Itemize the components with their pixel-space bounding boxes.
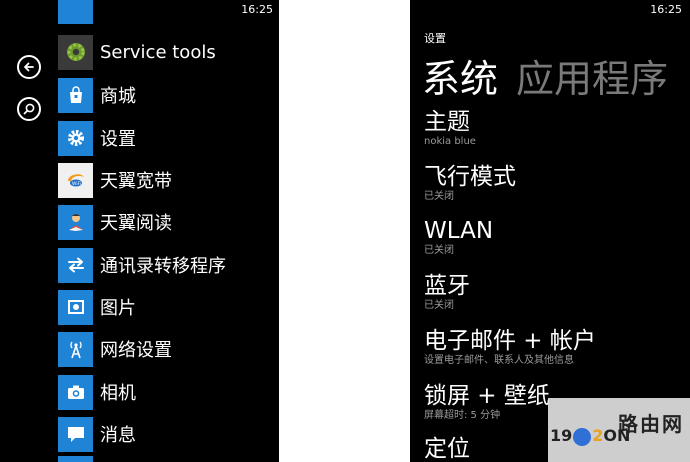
app-item-contacts-transfer[interactable]: 通讯录转移程序 (58, 246, 226, 284)
setting-subtitle: 屏幕超时: 5 分钟 (424, 410, 501, 421)
app-label: 通讯录转移程序 (100, 256, 226, 277)
setting-theme[interactable]: 主题 nokia blue (424, 108, 476, 148)
picture-icon (58, 289, 93, 325)
message-bubble-icon (58, 416, 93, 452)
setting-title: 飞行模式 (424, 164, 516, 190)
setting-title: 定位 (424, 436, 470, 462)
setting-title: 主题 (424, 109, 470, 135)
setting-subtitle: nokia blue (424, 136, 476, 147)
app-label: 天翼阅读 (100, 213, 172, 234)
svg-text:WiFi: WiFi (72, 181, 81, 187)
settings-gear-icon (58, 120, 93, 156)
setting-title: 蓝牙 (424, 273, 470, 299)
tianyi-wifi-icon: WiFi (58, 162, 93, 198)
setting-title: 电子邮件 + 帐户 (424, 328, 596, 354)
setting-subtitle: 已关闭 (424, 300, 454, 311)
app-item-settings[interactable]: 设置 (58, 119, 136, 157)
app-item-network-settings[interactable]: 网络设置 (58, 330, 172, 368)
app-item-store[interactable]: 商城 (58, 76, 136, 114)
app-label: Service tools (100, 41, 216, 63)
setting-subtitle: 已关闭 (424, 191, 454, 202)
logo-2-icon: 2 (592, 426, 604, 445)
app-item-pictures[interactable]: 图片 (58, 288, 136, 326)
app-label: 网络设置 (100, 340, 172, 361)
setting-title: WLAN (424, 218, 494, 244)
setting-subtitle: 已关闭 (424, 245, 454, 256)
app-item-messages[interactable]: 消息 (58, 415, 136, 453)
app-label: 图片 (100, 298, 136, 319)
app-item-tianyi-broadband[interactable]: WiFi 天翼宽带 (58, 161, 172, 199)
antenna-icon (58, 331, 93, 367)
setting-title: 锁屏 + 壁纸 (424, 383, 550, 409)
setting-bluetooth[interactable]: 蓝牙 已关闭 (424, 272, 470, 312)
store-bag-icon (58, 77, 93, 113)
setting-subtitle: 设置电子邮件、联系人及其他信息 (424, 355, 574, 366)
setting-location[interactable]: 定位 (424, 435, 470, 462)
gear-icon (58, 34, 93, 70)
search-button[interactable] (17, 97, 41, 121)
app-label: 相机 (100, 383, 136, 404)
setting-airplane-mode[interactable]: 飞行模式 已关闭 (424, 163, 516, 203)
camera-icon (58, 374, 93, 410)
setting-lock-screen[interactable]: 锁屏 + 壁纸 屏幕超时: 5 分钟 (424, 382, 550, 422)
back-arrow-icon (24, 62, 34, 72)
back-button[interactable] (17, 55, 41, 79)
logo-circle-icon (573, 427, 592, 446)
app-item-tianyi-reader[interactable]: 天翼阅读 (58, 203, 172, 241)
watermark-logo: 19 2ON (550, 426, 630, 446)
setting-wlan[interactable]: WLAN 已关闭 (424, 217, 493, 257)
app-label: 设置 (100, 129, 136, 150)
site-watermark: 路由网 19 2ON (548, 398, 690, 462)
page-header: 设置 (424, 32, 446, 45)
reader-person-icon (58, 204, 93, 240)
app-item-service-tools[interactable]: Service tools (58, 33, 216, 71)
partial-app-tile[interactable] (58, 456, 93, 462)
app-list-screen: 16:25 Service tools 商城 设置 WiFi 天翼宽带 天翼阅读… (0, 0, 279, 462)
search-icon (23, 103, 35, 115)
pivot-header: 系统 应用程序 (422, 48, 668, 103)
watermark-suffix: ON (603, 426, 631, 445)
setting-email-accounts[interactable]: 电子邮件 + 帐户 设置电子邮件、联系人及其他信息 (424, 327, 596, 367)
app-label: 商城 (100, 86, 136, 107)
app-item-camera[interactable]: 相机 (58, 373, 136, 411)
pivot-tab-applications[interactable]: 应用程序 (516, 57, 668, 101)
status-clock: 16:25 (650, 3, 682, 16)
partial-app-tile[interactable] (58, 0, 93, 24)
pivot-tab-system[interactable]: 系统 (422, 57, 498, 101)
app-label: 消息 (100, 425, 136, 446)
settings-screen: 16:25 设置 系统 应用程序 主题 nokia blue 飞行模式 已关闭 W… (410, 0, 690, 462)
app-label: 天翼宽带 (100, 171, 172, 192)
status-clock: 16:25 (241, 3, 273, 16)
transfer-arrows-icon (58, 247, 93, 283)
watermark-digits: 19 (550, 426, 573, 445)
